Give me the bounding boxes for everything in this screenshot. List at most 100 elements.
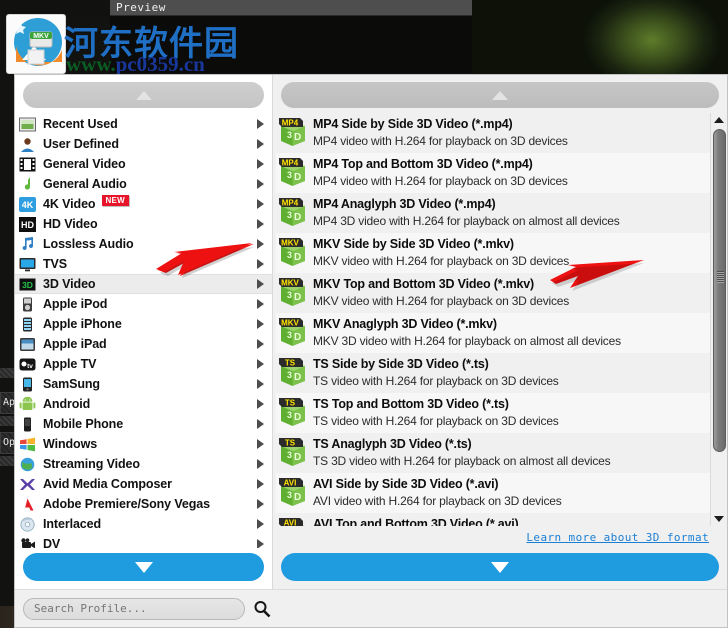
format-list-item[interactable]: 3 D MKV MKV Side by Side 3D Video (*.mkv) MK… (276, 233, 710, 273)
format-title: TS Anaglyph 3D Video (*.ts) (313, 437, 472, 451)
watermark-url-domain: pc0359.cn (115, 52, 205, 76)
svg-text:3: 3 (287, 450, 292, 460)
profile-popup: Recent Used User Defined General Video Gene… (14, 74, 728, 628)
svg-text:D: D (294, 452, 301, 463)
chevron-right-icon (257, 239, 264, 249)
search-profile-input[interactable] (23, 597, 245, 620)
sidebar-item-3d-video[interactable]: 3D 3D Video (15, 274, 272, 294)
category-scroll-down-button[interactable] (23, 553, 264, 581)
chevron-right-icon (257, 299, 264, 309)
format-list-item[interactable]: 3 D AVI AVI Side by Side 3D Video (*.avi) AV… (276, 473, 710, 513)
category-label: DV (43, 537, 61, 548)
format-3d-cube-icon: 3 D TS (278, 397, 308, 429)
sidebar-item-dv[interactable]: DV (15, 534, 272, 548)
scroll-down-arrow-icon[interactable] (714, 516, 724, 522)
format-text-block: AVI Top and Bottom 3D Video (*.avi)AVI v… (313, 516, 562, 526)
sidebar-item-avid-media-composer[interactable]: Avid Media Composer (15, 474, 272, 494)
sidebar-item-streaming-video[interactable]: Streaming Video (15, 454, 272, 474)
format-list-item[interactable]: 3 D MP4 MP4 Anaglyph 3D Video (*.mp4) MP4 3D… (276, 193, 710, 233)
category-label: Avid Media Composer (43, 477, 172, 491)
search-icon[interactable] (253, 600, 271, 618)
format-list-item[interactable]: 3 D TS TS Top and Bottom 3D Video (*.ts) TS … (276, 393, 710, 433)
chevron-right-icon (257, 259, 264, 269)
sidebar-item-interlaced[interactable]: Interlaced (15, 514, 272, 534)
format-text-block: MP4 Anaglyph 3D Video (*.mp4) MP4 3D vide… (313, 196, 620, 230)
sidebar-item-hd-video[interactable]: HD HD Video (15, 214, 272, 234)
scroll-up-arrow-icon[interactable] (714, 117, 724, 123)
chevron-right-icon (257, 399, 264, 409)
sidebar-item-windows[interactable]: Windows (15, 434, 272, 454)
chevron-right-icon (257, 439, 264, 449)
svg-text:AVI: AVI (284, 478, 297, 487)
ipad-icon (19, 337, 36, 352)
scrollbar-track[interactable] (712, 125, 726, 514)
sidebar-item-apple-ipod[interactable]: Apple iPod (15, 294, 272, 314)
category-label: General Audio (43, 177, 127, 191)
format-list-item[interactable]: 3 D MKV MKV Anaglyph 3D Video (*.mkv) MKV 3D… (276, 313, 710, 353)
sidebar-item-samsung[interactable]: SamSung (15, 374, 272, 394)
format-list-item[interactable]: 3 D MP4 MP4 Side by Side 3D Video (*.mp4) MP… (276, 113, 710, 153)
format-list-item[interactable]: 3 D TS TS Side by Side 3D Video (*.ts) TS vi… (276, 353, 710, 393)
format-text-block: MP4 Side by Side 3D Video (*.mp4) MP4 vid… (313, 116, 568, 150)
svg-text:TS: TS (285, 438, 296, 447)
sidebar-item-lossless-audio[interactable]: Lossless Audio (15, 234, 272, 254)
category-label: User Defined (43, 137, 119, 151)
chevron-up-icon (492, 90, 508, 100)
chevron-down-icon (134, 561, 153, 573)
format-description: AVI video with H.264 for playback on 3D … (313, 494, 562, 508)
category-scroll-up-button[interactable] (23, 82, 264, 108)
chevron-right-icon (257, 219, 264, 229)
iphone-icon (19, 317, 36, 332)
chevron-right-icon (257, 459, 264, 469)
chevron-right-icon (257, 519, 264, 529)
music-note-icon (19, 176, 36, 192)
sidebar-item-tvs[interactable]: TVS (15, 254, 272, 274)
sidebar-item-adobe-premiere-sony-vegas[interactable]: Adobe Premiere/Sony Vegas (15, 494, 272, 514)
scrollbar-thumb[interactable] (712, 129, 726, 452)
svg-text:D: D (294, 132, 301, 143)
formats-scroll-up-button[interactable] (281, 82, 719, 108)
sidebar-item-general-video[interactable]: General Video (15, 154, 272, 174)
chevron-up-icon (135, 90, 152, 100)
svg-text:3: 3 (287, 490, 292, 500)
format-list-item[interactable]: 3 D TS TS Anaglyph 3D Video (*.ts) TS 3D vid… (276, 433, 710, 473)
format-list-item[interactable]: 3 D MKV MKV Top and Bottom 3D Video (*.mkv)… (276, 273, 710, 313)
formats-scroll-area: 3 D MP4 MP4 Side by Side 3D Video (*.mp4) MP… (273, 113, 727, 526)
chevron-right-icon (257, 119, 264, 129)
format-3d-cube-icon: 3 D MKV (278, 277, 308, 309)
svg-text:D: D (294, 212, 301, 223)
chevron-right-icon (257, 419, 264, 429)
format-list-item[interactable]: 3DAVI AVI Top and Bottom 3D Video (*.avi)… (276, 513, 710, 526)
category-label: Apple iPod (43, 297, 108, 311)
format-3d-cube-icon: 3DAVI (278, 517, 308, 526)
format-description: MKV video with H.264 for playback on 3D … (313, 294, 570, 308)
category-label: Android (43, 397, 91, 411)
sidebar-item-general-audio[interactable]: General Audio (15, 174, 272, 194)
sidebar-item-android[interactable]: Android (15, 394, 272, 414)
sidebar-item-4k-video[interactable]: 4K 4K Video NEW (15, 194, 272, 214)
format-3d-cube-icon: 3DAVI (278, 477, 308, 509)
svg-text:MKV: MKV (281, 318, 299, 327)
sidebar-item-mobile-phone[interactable]: Mobile Phone (15, 414, 272, 434)
sidebar-item-user-defined[interactable]: User Defined (15, 134, 272, 154)
formats-list: 3 D MP4 MP4 Side by Side 3D Video (*.mp4) MP… (273, 113, 710, 526)
scrollbar-grip-icon (716, 271, 724, 284)
svg-text:D: D (294, 332, 301, 343)
svg-text:D: D (294, 372, 301, 383)
formats-panel: 3 D MP4 MP4 Side by Side 3D Video (*.mp4) MP… (273, 75, 727, 589)
adobe-icon (19, 497, 36, 512)
camcorder-icon (19, 537, 36, 548)
apple-tv-icon: tv (19, 357, 36, 372)
formats-scroll-down-button[interactable] (281, 553, 719, 581)
format-description: TS 3D video with H.264 for playback on a… (313, 454, 611, 468)
sidebar-item-apple-iphone[interactable]: Apple iPhone (15, 314, 272, 334)
format-list-item[interactable]: 3 D MP4 MP4 Top and Bottom 3D Video (*.mp4)… (276, 153, 710, 193)
format-text-block: MP4 Top and Bottom 3D Video (*.mp4) MP4 v… (313, 156, 568, 190)
sidebar-item-recent-used[interactable]: Recent Used (15, 114, 272, 134)
4k-icon: 4K (19, 196, 36, 212)
formats-scrollbar[interactable] (710, 113, 727, 526)
sidebar-item-apple-tv[interactable]: tv Apple TV (15, 354, 272, 374)
sidebar-item-apple-ipad[interactable]: Apple iPad (15, 334, 272, 354)
format-description: MP4 3D video with H.264 for playback on … (313, 214, 620, 228)
learn-more-link[interactable]: Learn more about 3D format (526, 531, 709, 544)
